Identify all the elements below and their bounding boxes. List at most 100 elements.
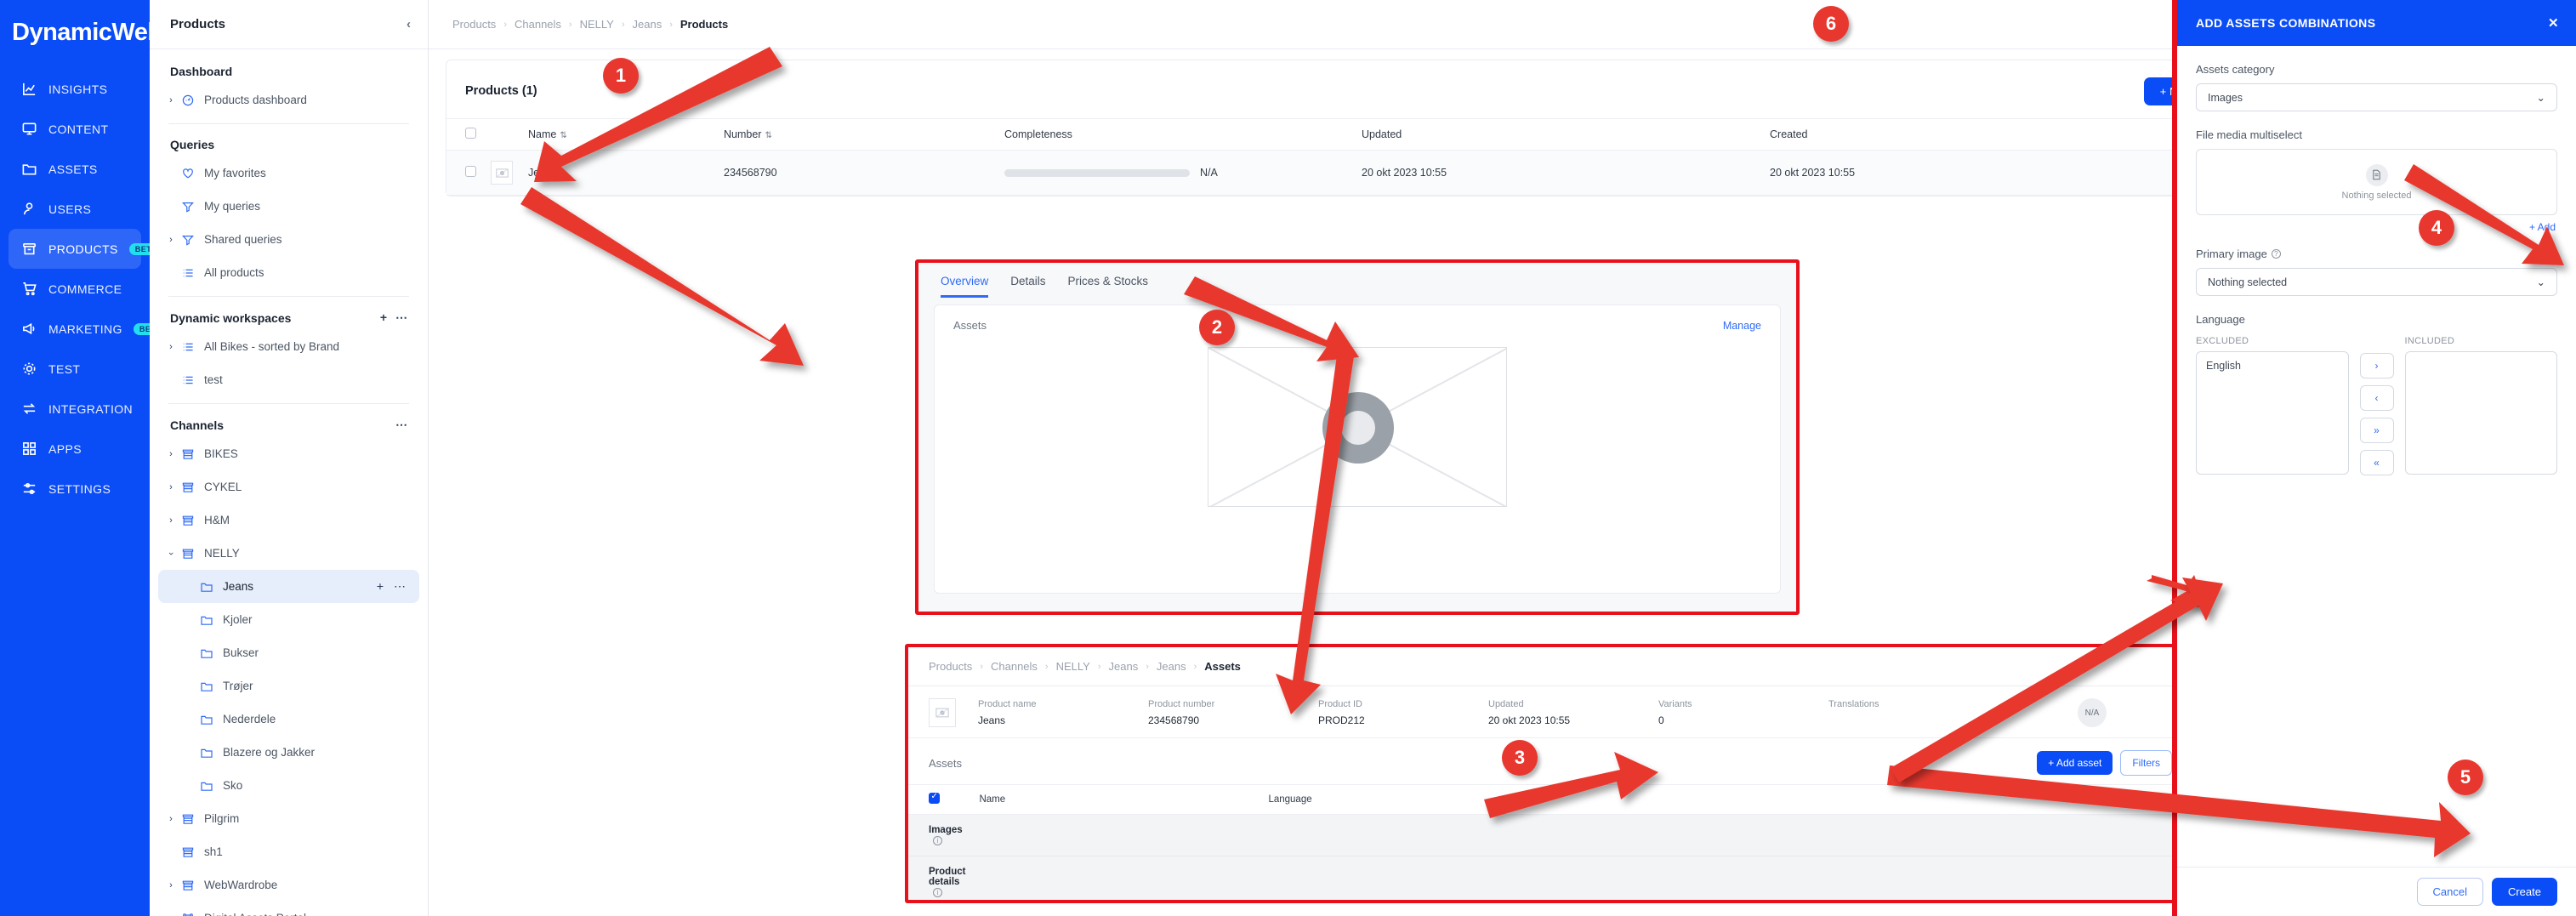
sidebar-header: Products ‹: [150, 0, 428, 49]
sidebar-item-shared-queries[interactable]: › Shared queries: [158, 223, 419, 256]
chevron-right-icon[interactable]: ›: [163, 880, 179, 890]
sidebar-item-h-m[interactable]: › H&M: [158, 504, 419, 537]
tab-overview[interactable]: Overview: [941, 275, 989, 298]
close-icon[interactable]: ✕: [2548, 15, 2559, 31]
breadcrumb-item[interactable]: NELLY: [1056, 660, 1090, 673]
sidebar-item-nelly[interactable]: › NELLY: [158, 537, 419, 570]
sidebar-item-all-products[interactable]: All products: [158, 256, 419, 289]
column-number[interactable]: Number ⇅: [717, 118, 998, 151]
breadcrumb-item[interactable]: NELLY: [580, 18, 614, 31]
ellipsis-icon[interactable]: ⋯: [395, 310, 407, 324]
breadcrumb-item[interactable]: Products: [452, 18, 496, 31]
filters-button[interactable]: Filters: [2120, 750, 2172, 776]
product-thumbnail-icon: [491, 161, 513, 185]
sidebar-item-webwardrobe[interactable]: › WebWardrobe: [158, 868, 419, 902]
file-media-dropzone[interactable]: Nothing selected: [2196, 149, 2557, 215]
assets-select-all-checkbox[interactable]: [929, 792, 940, 804]
row-checkbox[interactable]: [465, 166, 476, 177]
sidebar-item-pilgrim[interactable]: › Pilgrim: [158, 802, 419, 835]
chevron-right-icon[interactable]: ›: [163, 515, 179, 526]
breadcrumb-item[interactable]: Products: [929, 660, 972, 673]
transfer-arrow-2[interactable]: »: [2359, 418, 2394, 443]
ellipsis-icon[interactable]: ⋯: [394, 579, 406, 594]
heart-icon: [179, 167, 197, 180]
chevron-right-icon[interactable]: ›: [163, 95, 179, 105]
sidebar-item-my-queries[interactable]: My queries: [158, 190, 419, 223]
manage-link[interactable]: Manage: [1723, 320, 1761, 332]
nav-item-assets[interactable]: ASSETS: [9, 149, 141, 189]
included-listbox[interactable]: [2404, 351, 2557, 475]
info-icon[interactable]: i: [933, 836, 942, 845]
excluded-listbox[interactable]: English: [2196, 351, 2349, 475]
breadcrumb-item[interactable]: Jeans: [1157, 660, 1186, 673]
sidebar-item-kjoler[interactable]: Kjoler: [158, 603, 419, 636]
plus-icon[interactable]: +: [380, 310, 387, 324]
sidebar-item-all-bikes-sorted-by-brand[interactable]: › All Bikes - sorted by Brand: [158, 330, 419, 363]
tab-details[interactable]: Details: [1010, 275, 1045, 298]
nav-item-marketing[interactable]: MARKETINGBETA: [9, 309, 168, 349]
assets-table-row[interactable]: Imagesi⌄•••: [908, 814, 2381, 856]
plus-icon[interactable]: +: [377, 579, 384, 594]
chevron-right-icon[interactable]: ›: [163, 235, 179, 245]
chevron-down-icon[interactable]: ›: [166, 546, 176, 561]
transfer-arrow-0[interactable]: ›: [2359, 353, 2394, 378]
breadcrumb-item[interactable]: Jeans: [633, 18, 662, 31]
nav-item-apps[interactable]: APPS: [9, 429, 141, 469]
sidebar-item-digital-assets-portal[interactable]: › Digital Assets Portal: [158, 902, 419, 916]
sidebar-item-sh1[interactable]: sh1: [158, 835, 419, 868]
sidebar-title: Products: [170, 17, 226, 31]
info-icon[interactable]: ?: [2271, 249, 2281, 259]
sidebar-item-cykel[interactable]: › CYKEL: [158, 470, 419, 504]
chevron-right-icon[interactable]: ›: [163, 342, 179, 352]
create-button[interactable]: Create: [2491, 878, 2557, 906]
sidebar-group-label: Queries: [170, 138, 215, 151]
sidebar-item-products-dashboard[interactable]: › Products dashboard: [158, 83, 419, 117]
folder-icon: [197, 580, 216, 594]
chevron-right-icon[interactable]: ›: [163, 449, 179, 459]
breadcrumb-item: Products: [680, 18, 729, 31]
breadcrumb-item[interactable]: Channels: [991, 660, 1038, 673]
nav-item-content[interactable]: CONTENT: [9, 109, 141, 149]
sidebar-item-tr-jer[interactable]: Trøjer: [158, 669, 419, 703]
drawer-body: Assets category Images ⌄ File media mult…: [2177, 46, 2576, 867]
breadcrumb-separator: ›: [1146, 661, 1149, 672]
column-name[interactable]: Name ⇅: [521, 118, 717, 151]
nav-item-insights[interactable]: INSIGHTS: [9, 69, 141, 109]
transfer-arrow-1[interactable]: ‹: [2359, 385, 2394, 411]
nav-item-commerce[interactable]: COMMERCE: [9, 269, 141, 309]
nav-item-integration[interactable]: INTEGRATION: [9, 389, 141, 429]
add-media-link[interactable]: + Add: [2196, 215, 2557, 247]
sidebar-item-jeans[interactable]: Jeans + ⋯: [158, 570, 419, 603]
chart-icon: [20, 81, 37, 98]
sidebar-item-bikes[interactable]: › BIKES: [158, 437, 419, 470]
chevron-right-icon[interactable]: ›: [163, 482, 179, 492]
nav-item-users[interactable]: USERS: [9, 189, 141, 229]
sidebar-item-bukser[interactable]: Bukser: [158, 636, 419, 669]
nav-item-test[interactable]: TEST: [9, 349, 141, 389]
add-asset-button[interactable]: + Add asset: [2037, 751, 2113, 775]
ellipsis-icon[interactable]: ⋯: [395, 418, 407, 431]
assets-preview-header: Assets Manage: [935, 305, 1780, 332]
chevron-right-icon[interactable]: ›: [163, 913, 179, 916]
transfer-arrow-3[interactable]: «: [2359, 450, 2394, 475]
info-icon[interactable]: i: [933, 888, 942, 897]
breadcrumb-item[interactable]: Channels: [515, 18, 561, 31]
assets-table-row[interactable]: Product detailsi⌄•••: [908, 856, 2381, 900]
sidebar-item-test[interactable]: test: [158, 363, 419, 396]
cancel-button[interactable]: Cancel: [2416, 878, 2483, 906]
primary-image-select[interactable]: Nothing selected ⌄: [2196, 268, 2557, 296]
select-all-checkbox[interactable]: [465, 128, 476, 139]
tab-prices-stocks[interactable]: Prices & Stocks: [1068, 275, 1149, 298]
sidebar-item-sko[interactable]: Sko: [158, 769, 419, 802]
sidebar-item-blazere-og-jakker[interactable]: Blazere og Jakker: [158, 736, 419, 769]
primary-image-label-text: Primary image: [2196, 247, 2267, 260]
nav-item-products[interactable]: PRODUCTS BETA: [9, 229, 163, 269]
nav-item-settings[interactable]: SETTINGS: [9, 469, 141, 509]
sidebar-item-my-favorites[interactable]: My favorites: [158, 156, 419, 190]
sidebar-item-nederdele[interactable]: Nederdele: [158, 703, 419, 736]
chevron-right-icon[interactable]: ›: [163, 814, 179, 824]
chevron-left-icon[interactable]: ‹: [407, 17, 411, 31]
excluded-option[interactable]: English: [2206, 360, 2339, 372]
assets-category-select[interactable]: Images ⌄: [2196, 83, 2557, 111]
breadcrumb-item[interactable]: Jeans: [1109, 660, 1139, 673]
